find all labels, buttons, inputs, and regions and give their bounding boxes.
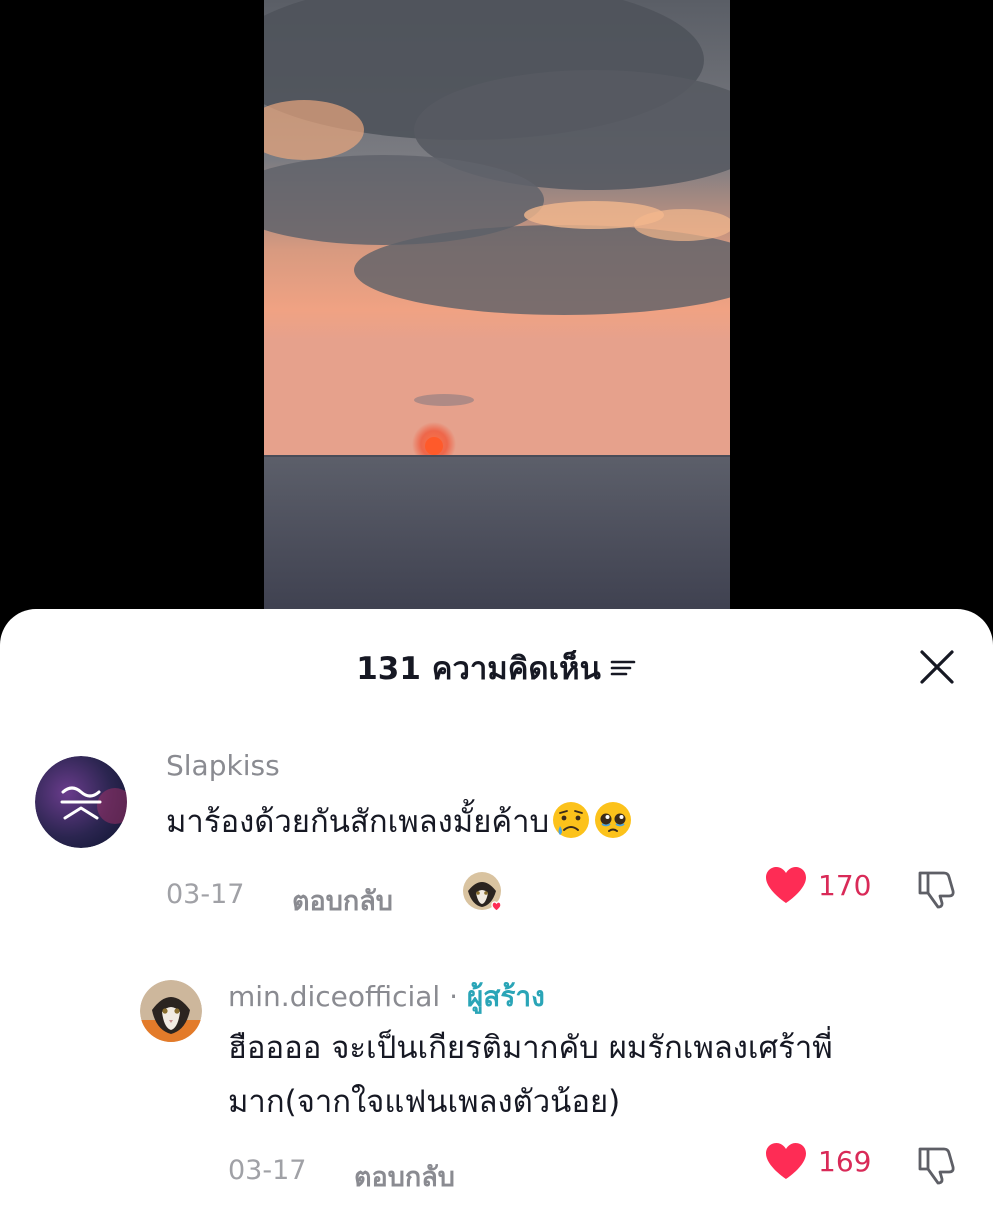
creator-liked-badge <box>463 872 502 912</box>
comment-text: มาร้องด้วยกันสักเพลงมั้ยค้าบ <box>166 795 633 849</box>
reply-date: 03-17 <box>228 1155 307 1186</box>
sad-sweat-face-icon <box>553 802 590 838</box>
reply-button[interactable]: ตอบกลับ <box>354 1155 455 1198</box>
comments-header: 131 ความคิดเห็น <box>0 609 993 727</box>
video-sunset-frame[interactable] <box>264 0 730 612</box>
avatar[interactable] <box>35 756 127 848</box>
comments-count-title: 131 ความคิดเห็น <box>356 651 601 687</box>
reply-button[interactable]: ตอบกลับ <box>292 879 393 922</box>
comments-sheet: 131 ความคิดเห็น Slapkiss มาร้องด้วยกันสั… <box>0 609 993 1209</box>
reply-text-line1: ฮืออออ จะเป็นเกียรติมากคับ ผมรักเพลงเศร้… <box>228 1030 833 1066</box>
sort-filter-icon[interactable] <box>609 657 637 679</box>
dislike-icon[interactable] <box>914 1143 958 1187</box>
reply-username-line: min.diceofficial · ผู้สร้าง <box>228 975 545 1019</box>
close-icon[interactable] <box>919 649 955 685</box>
like-button[interactable]: 170 <box>764 865 871 905</box>
dislike-icon[interactable] <box>914 867 958 911</box>
pleading-face-icon <box>595 802 632 838</box>
comment-date: 03-17 <box>166 879 245 910</box>
reply-text-line2: มาก(จากใจแฟนเพลงตัวน้อย) <box>228 1084 621 1120</box>
comment-username[interactable]: Slapkiss <box>166 749 280 782</box>
like-count: 169 <box>818 1144 872 1178</box>
like-count: 170 <box>818 868 872 902</box>
avatar[interactable] <box>140 980 202 1042</box>
username-separator: · <box>440 980 467 1013</box>
reply-username[interactable]: min.diceofficial <box>228 980 440 1013</box>
heart-icon <box>766 1143 806 1179</box>
comment-body: มาร้องด้วยกันสักเพลงมั้ยค้าบ <box>166 804 550 840</box>
reply-text: ฮืออออ จะเป็นเกียรติมากคับ ผมรักเพลงเศร้… <box>228 1021 833 1129</box>
like-button[interactable]: 169 <box>764 1141 871 1181</box>
heart-icon <box>766 867 806 903</box>
video-area[interactable] <box>0 0 993 640</box>
creator-badge: ผู้สร้าง <box>466 980 545 1013</box>
